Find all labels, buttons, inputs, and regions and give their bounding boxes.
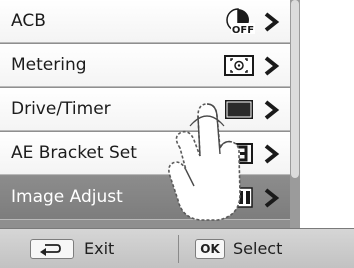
chevron-right-icon bbox=[264, 56, 280, 76]
metering-icon bbox=[224, 55, 254, 76]
image-adjust-icon bbox=[225, 187, 253, 208]
menu-item-acb[interactable]: ACB OFF bbox=[0, 0, 290, 43]
acb-off-icon: OFF bbox=[226, 8, 255, 35]
chevron-right-icon bbox=[264, 100, 280, 120]
menu-item-metering[interactable]: Metering bbox=[0, 44, 290, 87]
menu-item-label: Metering bbox=[11, 55, 87, 75]
menu-item-label: AE Bracket Set bbox=[11, 143, 137, 163]
drive-single-icon bbox=[225, 100, 253, 119]
menu-panel: ACB OFF Metering Drive/Timer AE Bracket … bbox=[0, 0, 300, 228]
menu-item-image-adjust[interactable]: Image Adjust bbox=[0, 176, 290, 220]
return-arrow-icon bbox=[40, 244, 61, 256]
exit-key-button[interactable] bbox=[30, 239, 74, 259]
menu-item-label: Drive/Timer bbox=[11, 99, 111, 119]
menu-item-label: ACB bbox=[11, 11, 46, 31]
chevron-right-icon bbox=[264, 12, 280, 32]
bottom-key-guide-bar: Exit OK Select bbox=[0, 228, 354, 268]
select-label: Select bbox=[233, 239, 283, 258]
ae-bracket-icon bbox=[227, 143, 253, 164]
bar-divider bbox=[178, 235, 179, 263]
chevron-right-icon bbox=[264, 144, 280, 164]
menu-item-label: Image Adjust bbox=[11, 187, 123, 207]
acb-off-text: OFF bbox=[232, 25, 254, 35]
menu-scrollbar[interactable] bbox=[290, 0, 300, 228]
ok-key-button[interactable]: OK bbox=[195, 239, 225, 259]
menu-item-drive-timer[interactable]: Drive/Timer bbox=[0, 88, 290, 131]
chevron-right-icon bbox=[264, 188, 280, 208]
menu-item-ae-bracket-set[interactable]: AE Bracket Set bbox=[0, 132, 290, 175]
exit-label: Exit bbox=[84, 239, 115, 258]
scrollbar-thumb[interactable] bbox=[291, 0, 299, 178]
